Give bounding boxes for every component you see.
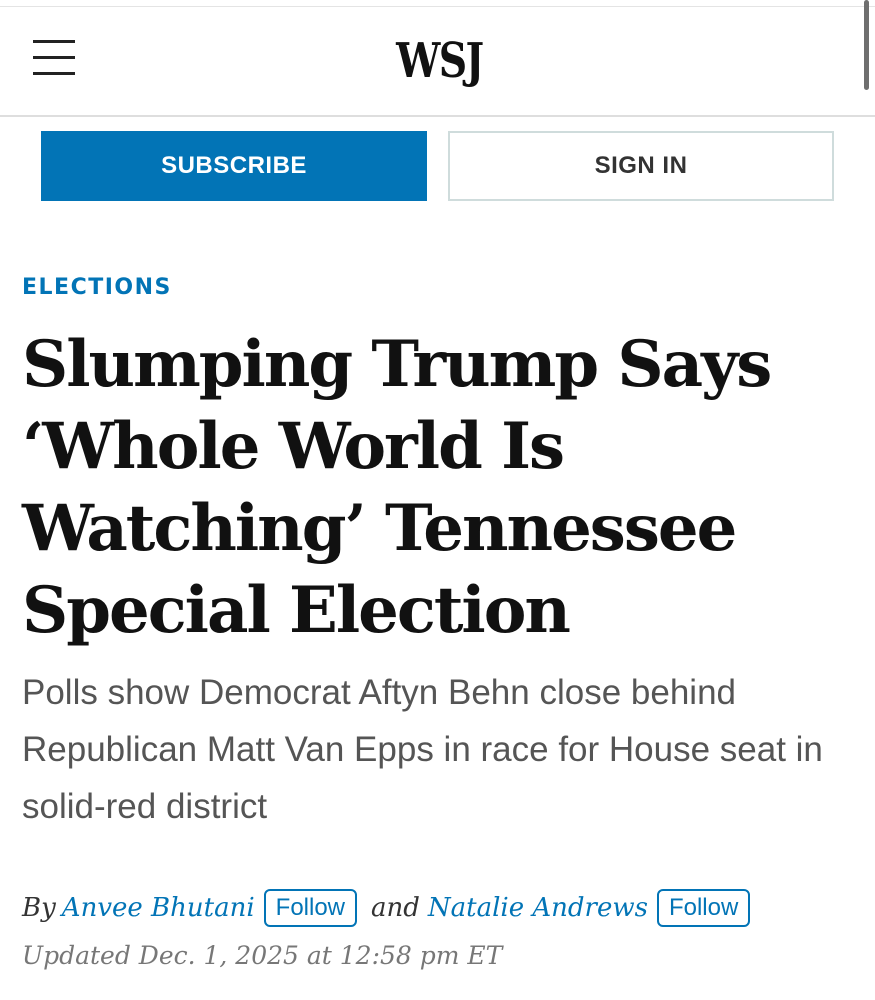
author-link-2[interactable]: Natalie Andrews bbox=[428, 893, 648, 923]
sign-in-button[interactable]: SIGN IN bbox=[448, 131, 834, 201]
scrollbar[interactable] bbox=[864, 0, 869, 90]
article-headline: Slumping Trump Says ‘Whole World Is Watc… bbox=[22, 327, 772, 648]
follow-button-author-1[interactable]: Follow bbox=[263, 889, 358, 927]
author-link-1[interactable]: Anvee Bhutani bbox=[62, 893, 255, 923]
section-label[interactable]: ELECTIONS bbox=[22, 272, 172, 304]
follow-button-author-2[interactable]: Follow bbox=[656, 889, 751, 927]
updated-timestamp: Updated Dec. 1, 2025 at 12:58 pm ET bbox=[22, 941, 503, 970]
byline: By Anvee Bhutani Follow and Natalie Andr… bbox=[22, 886, 751, 930]
byline-prefix: By bbox=[22, 893, 56, 923]
subscribe-button[interactable]: SUBSCRIBE bbox=[41, 131, 427, 201]
site-header: WSJ bbox=[0, 0, 875, 117]
article-dek: Polls show Democrat Aftyn Behn close beh… bbox=[22, 673, 823, 826]
wsj-logo[interactable]: WSJ bbox=[396, 33, 484, 89]
hamburger-menu-icon[interactable] bbox=[33, 40, 77, 78]
byline-conjunction: and bbox=[371, 893, 420, 923]
